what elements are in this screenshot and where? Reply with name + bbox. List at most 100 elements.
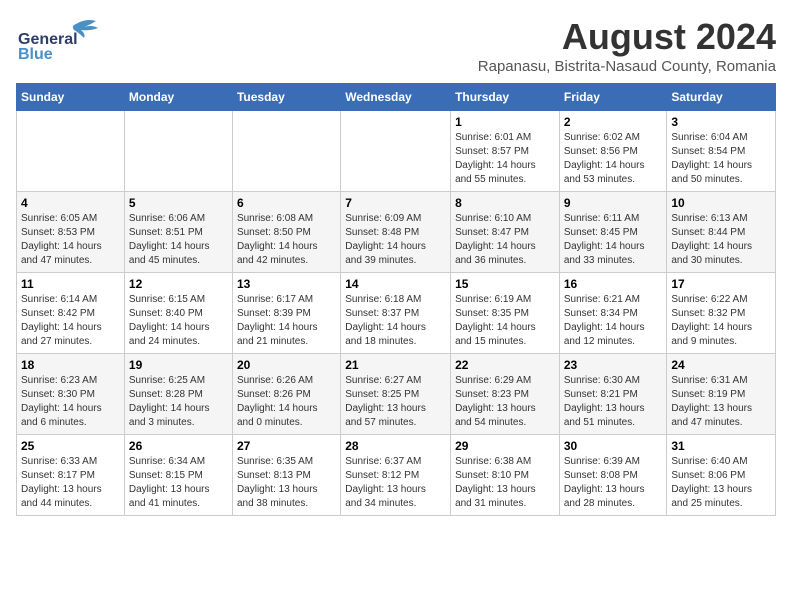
calendar-cell: 13 Sunrise: 6:17 AM Sunset: 8:39 PM Dayli… xyxy=(232,273,340,354)
day-info: Sunrise: 6:10 AM Sunset: 8:47 PM Dayligh… xyxy=(455,212,555,268)
day-number: 20 xyxy=(237,358,336,372)
col-monday: Monday xyxy=(124,84,232,111)
calendar-week-5: 25Sunrise: 6:33 AM Sunset: 8:17 PM Dayli… xyxy=(17,435,776,516)
logo-svg: General Blue xyxy=(16,16,106,61)
day-info: Sunrise: 6:29 AM Sunset: 8:23 PM Dayligh… xyxy=(455,374,555,430)
day-number: 31 xyxy=(671,439,771,453)
day-info: Sunrise: 6:31 AM Sunset: 8:19 PM Dayligh… xyxy=(671,374,771,430)
day-number: 1 xyxy=(455,115,555,129)
day-number: 17 xyxy=(671,277,771,291)
day-number: 26 xyxy=(129,439,228,453)
day-number: 21 xyxy=(345,358,446,372)
day-number: 22 xyxy=(455,358,555,372)
calendar-week-4: 18Sunrise: 6:23 AM Sunset: 8:30 PM Dayli… xyxy=(17,354,776,435)
day-number: 13 xyxy=(237,277,336,291)
calendar-cell: 7 Sunrise: 6:09 AM Sunset: 8:48 PM Daylig… xyxy=(341,192,451,273)
day-info: Sunrise: 6:21 AM Sunset: 8:34 PM Dayligh… xyxy=(564,293,663,349)
day-info: Sunrise: 6:15 AM Sunset: 8:40 PM Dayligh… xyxy=(129,293,228,349)
day-info: Sunrise: 6:27 AM Sunset: 8:25 PM Dayligh… xyxy=(345,374,446,430)
svg-text:Blue: Blue xyxy=(18,46,53,61)
day-number: 29 xyxy=(455,439,555,453)
day-number: 8 xyxy=(455,196,555,210)
calendar-cell: 20Sunrise: 6:26 AM Sunset: 8:26 PM Dayli… xyxy=(232,354,340,435)
day-info: Sunrise: 6:08 AM Sunset: 8:50 PM Dayligh… xyxy=(237,212,336,268)
calendar-cell: 23Sunrise: 6:30 AM Sunset: 8:21 PM Dayli… xyxy=(559,354,667,435)
calendar-cell: 21 Sunrise: 6:27 AM Sunset: 8:25 PM Dayli… xyxy=(341,354,451,435)
day-info: Sunrise: 6:33 AM Sunset: 8:17 PM Dayligh… xyxy=(21,455,120,511)
calendar-cell: 8 Sunrise: 6:10 AM Sunset: 8:47 PM Daylig… xyxy=(451,192,560,273)
day-number: 10 xyxy=(671,196,771,210)
day-number: 16 xyxy=(564,277,663,291)
calendar-cell: 22 Sunrise: 6:29 AM Sunset: 8:23 PM Dayli… xyxy=(451,354,560,435)
calendar-cell: 5Sunrise: 6:06 AM Sunset: 8:51 PM Daylig… xyxy=(124,192,232,273)
calendar-cell: 10Sunrise: 6:13 AM Sunset: 8:44 PM Dayli… xyxy=(667,192,776,273)
day-info: Sunrise: 6:17 AM Sunset: 8:39 PM Dayligh… xyxy=(237,293,336,349)
calendar-cell: 14Sunrise: 6:18 AM Sunset: 8:37 PM Dayli… xyxy=(341,273,451,354)
calendar-cell: 16 Sunrise: 6:21 AM Sunset: 8:34 PM Dayli… xyxy=(559,273,667,354)
day-info: Sunrise: 6:40 AM Sunset: 8:06 PM Dayligh… xyxy=(671,455,771,511)
col-thursday: Thursday xyxy=(451,84,560,111)
logo: General Blue xyxy=(16,16,106,61)
day-number: 24 xyxy=(671,358,771,372)
day-info: Sunrise: 6:38 AM Sunset: 8:10 PM Dayligh… xyxy=(455,455,555,511)
calendar-cell: 15 Sunrise: 6:19 AM Sunset: 8:35 PM Dayli… xyxy=(451,273,560,354)
day-info: Sunrise: 6:04 AM Sunset: 8:54 PM Dayligh… xyxy=(671,131,771,187)
day-info: Sunrise: 6:14 AM Sunset: 8:42 PM Dayligh… xyxy=(21,293,120,349)
day-info: Sunrise: 6:09 AM Sunset: 8:48 PM Dayligh… xyxy=(345,212,446,268)
col-wednesday: Wednesday xyxy=(341,84,451,111)
col-friday: Friday xyxy=(559,84,667,111)
day-number: 7 xyxy=(345,196,446,210)
calendar-cell xyxy=(17,111,125,192)
day-info: Sunrise: 6:30 AM Sunset: 8:21 PM Dayligh… xyxy=(564,374,663,430)
calendar-cell: 25Sunrise: 6:33 AM Sunset: 8:17 PM Dayli… xyxy=(17,435,125,516)
calendar-cell: 26Sunrise: 6:34 AM Sunset: 8:15 PM Dayli… xyxy=(124,435,232,516)
col-saturday: Saturday xyxy=(667,84,776,111)
day-info: Sunrise: 6:06 AM Sunset: 8:51 PM Dayligh… xyxy=(129,212,228,268)
day-info: Sunrise: 6:05 AM Sunset: 8:53 PM Dayligh… xyxy=(21,212,120,268)
day-info: Sunrise: 6:37 AM Sunset: 8:12 PM Dayligh… xyxy=(345,455,446,511)
calendar-week-2: 4Sunrise: 6:05 AM Sunset: 8:53 PM Daylig… xyxy=(17,192,776,273)
page-header: General Blue August 2024 Rapanasu, Bistr… xyxy=(16,16,776,75)
calendar-cell: 9 Sunrise: 6:11 AM Sunset: 8:45 PM Daylig… xyxy=(559,192,667,273)
calendar-cell: 30 Sunrise: 6:39 AM Sunset: 8:08 PM Dayli… xyxy=(559,435,667,516)
day-info: Sunrise: 6:02 AM Sunset: 8:56 PM Dayligh… xyxy=(564,131,663,187)
calendar-cell: 11 Sunrise: 6:14 AM Sunset: 8:42 PM Dayli… xyxy=(17,273,125,354)
calendar-cell: 28 Sunrise: 6:37 AM Sunset: 8:12 PM Dayli… xyxy=(341,435,451,516)
calendar-cell: 17Sunrise: 6:22 AM Sunset: 8:32 PM Dayli… xyxy=(667,273,776,354)
day-number: 14 xyxy=(345,277,446,291)
day-number: 27 xyxy=(237,439,336,453)
calendar-cell: 1Sunrise: 6:01 AM Sunset: 8:57 PM Daylig… xyxy=(451,111,560,192)
calendar-cell: 19Sunrise: 6:25 AM Sunset: 8:28 PM Dayli… xyxy=(124,354,232,435)
day-info: Sunrise: 6:19 AM Sunset: 8:35 PM Dayligh… xyxy=(455,293,555,349)
calendar-header-row: Sunday Monday Tuesday Wednesday Thursday… xyxy=(17,84,776,111)
calendar-cell: 3 Sunrise: 6:04 AM Sunset: 8:54 PM Daylig… xyxy=(667,111,776,192)
day-number: 28 xyxy=(345,439,446,453)
day-number: 15 xyxy=(455,277,555,291)
calendar-cell: 2 Sunrise: 6:02 AM Sunset: 8:56 PM Daylig… xyxy=(559,111,667,192)
title-block: August 2024 Rapanasu, Bistrita-Nasaud Co… xyxy=(478,16,776,75)
calendar-cell: 18Sunrise: 6:23 AM Sunset: 8:30 PM Dayli… xyxy=(17,354,125,435)
calendar-week-3: 11 Sunrise: 6:14 AM Sunset: 8:42 PM Dayli… xyxy=(17,273,776,354)
calendar-cell: 24 Sunrise: 6:31 AM Sunset: 8:19 PM Dayli… xyxy=(667,354,776,435)
calendar-cell: 12 Sunrise: 6:15 AM Sunset: 8:40 PM Dayli… xyxy=(124,273,232,354)
location-subtitle: Rapanasu, Bistrita-Nasaud County, Romani… xyxy=(478,58,776,75)
day-info: Sunrise: 6:11 AM Sunset: 8:45 PM Dayligh… xyxy=(564,212,663,268)
day-info: Sunrise: 6:23 AM Sunset: 8:30 PM Dayligh… xyxy=(21,374,120,430)
day-info: Sunrise: 6:39 AM Sunset: 8:08 PM Dayligh… xyxy=(564,455,663,511)
col-tuesday: Tuesday xyxy=(232,84,340,111)
day-number: 9 xyxy=(564,196,663,210)
day-number: 30 xyxy=(564,439,663,453)
calendar-table: Sunday Monday Tuesday Wednesday Thursday… xyxy=(16,83,776,516)
calendar-cell: 4Sunrise: 6:05 AM Sunset: 8:53 PM Daylig… xyxy=(17,192,125,273)
day-number: 12 xyxy=(129,277,228,291)
col-sunday: Sunday xyxy=(17,84,125,111)
calendar-cell xyxy=(124,111,232,192)
calendar-week-1: 1Sunrise: 6:01 AM Sunset: 8:57 PM Daylig… xyxy=(17,111,776,192)
day-number: 11 xyxy=(21,277,120,291)
month-year-title: August 2024 xyxy=(478,16,776,58)
day-number: 3 xyxy=(671,115,771,129)
calendar-cell: 31 Sunrise: 6:40 AM Sunset: 8:06 PM Dayli… xyxy=(667,435,776,516)
day-number: 2 xyxy=(564,115,663,129)
day-info: Sunrise: 6:35 AM Sunset: 8:13 PM Dayligh… xyxy=(237,455,336,511)
calendar-cell: 6Sunrise: 6:08 AM Sunset: 8:50 PM Daylig… xyxy=(232,192,340,273)
